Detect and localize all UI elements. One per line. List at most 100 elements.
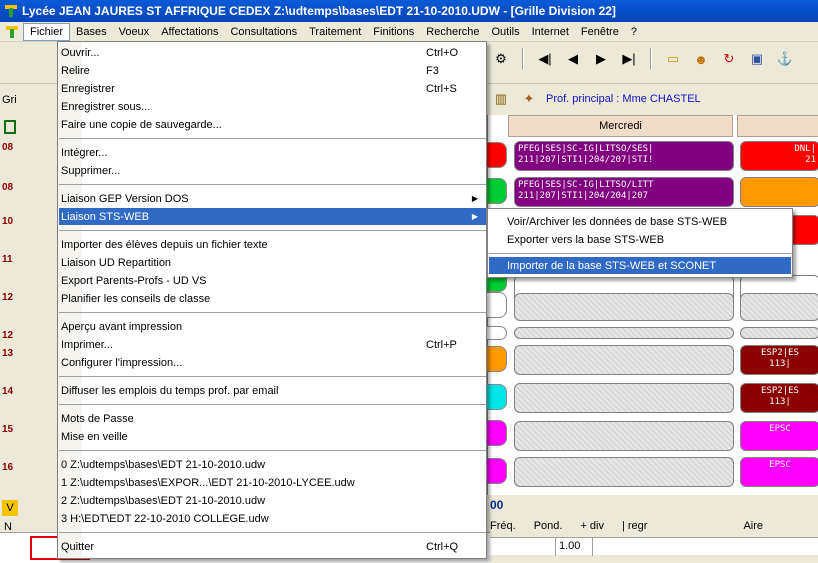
menu-item-integrer[interactable]: Intégrer... [59,144,486,161]
menu-consultations[interactable]: Consultations [224,24,303,40]
table-row[interactable]: 1.00 [490,537,818,556]
gear-icon[interactable]: ⚙ [490,48,512,70]
menu-fichier[interactable]: Fichier [23,22,71,41]
menu-item-recent-file[interactable]: 3 H:\EDT\EDT 22-10-2010 COLLEGE.udw [59,510,486,527]
menu-item-planifier-conseils[interactable]: Planifier les conseils de classe [59,290,486,307]
empty-cell[interactable] [514,383,734,413]
menu-item-recent-file[interactable]: 2 Z:\udtemps\bases\EDT 21-10-2010.udw [59,492,486,509]
menu-finitions[interactable]: Finitions [367,24,420,40]
course-cell[interactable]: EPSC [740,421,818,451]
course-cell[interactable]: DNL| 21 [740,141,818,171]
next-icon[interactable]: ▶ [590,48,612,70]
menu-item-relire[interactable]: Relire F3 [59,62,486,79]
prev-icon[interactable]: ◀ [562,48,584,70]
menu-traitement[interactable]: Traitement [303,24,367,40]
menu-item-importer-eleves[interactable]: Importer des élèves depuis un fichier te… [59,236,486,253]
menu-help[interactable]: ? [625,24,643,40]
submenu-item-exporter[interactable]: Exporter vers la base STS-WEB [489,231,791,248]
submenu-item-voir-archiver[interactable]: Voir/Archiver les données de base STS-WE… [489,213,791,230]
anchor-icon[interactable]: ⚓ [774,48,796,70]
color-strip [487,292,507,318]
menu-item-quitter[interactable]: Quitter Ctrl+Q [59,538,486,555]
column-header[interactable]: Aire [743,520,763,532]
menu-item-diffuser-email[interactable]: Diffuser les emplois du temps prof. par … [59,382,486,399]
menu-recherche[interactable]: Recherche [420,24,485,40]
menu-affectations[interactable]: Affectations [155,24,224,40]
menu-item-liaison-sts-web[interactable]: Liaison STS-WEB ▶ [59,208,486,225]
course-cell[interactable]: PFEG|SES|SC-IG|LITSO/LITT 211|207|STI1|2… [514,177,734,207]
v-label: V [2,500,18,516]
menu-item-label: Mots de Passe [61,412,134,425]
empty-cell[interactable] [514,327,734,339]
menu-outils[interactable]: Outils [485,24,525,40]
column-header[interactable]: Pond. [534,520,563,532]
hour-label: 15 [2,424,14,435]
menu-item-liaison-ud-repartition[interactable]: Liaison UD Repartition [59,254,486,271]
course-cell[interactable]: ESP2|ES 113| [740,345,818,375]
menu-bases[interactable]: Bases [70,24,113,40]
column-header[interactable]: Fréq. [490,520,516,532]
course-cell[interactable]: ESP2|ES 113| [740,383,818,413]
folder-icon[interactable]: ▭ [662,48,684,70]
toolbar-separator [522,48,524,70]
users-icon[interactable]: ☻ [690,48,712,70]
menu-item-enregistrer[interactable]: Enregistrer Ctrl+S [59,80,486,97]
menu-item-mots-de-passe[interactable]: Mots de Passe [59,410,486,427]
refresh-icon[interactable]: ↻ [718,48,740,70]
last-icon[interactable]: ▶| [618,48,640,70]
grid-label: Gri [2,94,17,106]
menu-item-export-parents-profs[interactable]: Export Parents-Profs - UD VS [59,272,486,289]
column-header[interactable]: + div [580,520,604,532]
menu-internet[interactable]: Internet [526,24,575,40]
course-cell[interactable]: PFEG|SES|SC-IG|LITSO/SES| 211|207|STI1|2… [514,141,734,171]
menu-item-label: Aperçu avant impression [61,320,183,333]
empty-cell[interactable] [514,421,734,451]
submenu-item-importer[interactable]: Importer de la base STS-WEB et SCONET [489,257,791,274]
column-header[interactable]: | regr [622,520,647,532]
menu-item-recent-file[interactable]: 1 Z:\udtemps\bases\EXPOR...\EDT 21-10-20… [59,474,486,491]
fichier-menu: Ouvrir... Ctrl+O Relire F3 Enregistrer Ctrl… [57,41,487,559]
empty-cell[interactable] [514,457,734,487]
menu-item-copie-sauvegarde[interactable]: Faire une copie de sauvegarde... [59,116,486,133]
monitor-icon[interactable]: ▣ [746,48,768,70]
left-strip: Gri 08 08 10 11 12 12 13 14 15 16 [0,84,40,504]
first-icon[interactable]: ◀| [534,48,556,70]
menu-voeux[interactable]: Voeux [113,24,156,40]
menu-separator [59,230,486,231]
menu-item-label: Faire une copie de sauvegarde... [61,118,222,131]
pond-cell[interactable]: 1.00 [555,538,593,556]
menu-item-apercu[interactable]: Aperçu avant impression [59,318,486,335]
menu-item-label: Liaison GEP Version DOS [61,192,189,205]
menu-app-icon[interactable] [5,25,19,39]
menu-separator [59,404,486,405]
grid-icon[interactable]: ▥ [490,88,512,110]
menu-item-recent-file[interactable]: 0 Z:\udtemps\bases\EDT 21-10-2010.udw [59,456,486,473]
menu-item-configurer-impression[interactable]: Configurer l'impression... [59,354,486,371]
empty-cell[interactable] [740,327,818,339]
menu-item-label: Enregistrer sous... [61,100,151,113]
menu-item-ouvrir[interactable]: Ouvrir... Ctrl+O [59,44,486,61]
menu-item-enregistrer-sous[interactable]: Enregistrer sous... [59,98,486,115]
menu-item-liaison-gep[interactable]: Liaison GEP Version DOS ▶ [59,190,486,207]
timetable-grid: Mercredi PFEG|SES|SC-IG|LITSO/SES| 211|2… [487,115,818,495]
color-strip [487,178,507,204]
menu-item-supprimer[interactable]: Supprimer... [59,162,486,179]
window-title: Lycée JEAN JAURES ST AFFRIQUE CEDEX Z:\u… [22,4,616,18]
menu-fenetre[interactable]: Fenêtre [575,24,625,40]
empty-cell[interactable] [514,345,734,375]
menu-item-imprimer[interactable]: Imprimer... Ctrl+P [59,336,486,353]
grid-toolbar: ▥ ✦ Prof. principal : Mme CHASTEL [490,88,701,110]
empty-cell[interactable] [514,293,734,321]
teacher-icon[interactable]: ✦ [518,88,540,110]
course-cell[interactable] [740,177,818,207]
menu-separator [59,376,486,377]
course-cell[interactable]: EPSC [740,457,818,487]
menu-item-label: Intégrer... [61,146,108,159]
toolbar-separator [650,48,652,70]
empty-cell[interactable] [740,293,818,321]
menu-item-mise-en-veille[interactable]: Mise en veille [59,428,486,445]
hour-label: 10 [2,216,14,227]
menu-item-label: Configurer l'impression... [61,356,183,369]
menu-item-label: Mise en veille [61,430,128,443]
menu-item-label: Export Parents-Profs - UD VS [61,274,207,287]
